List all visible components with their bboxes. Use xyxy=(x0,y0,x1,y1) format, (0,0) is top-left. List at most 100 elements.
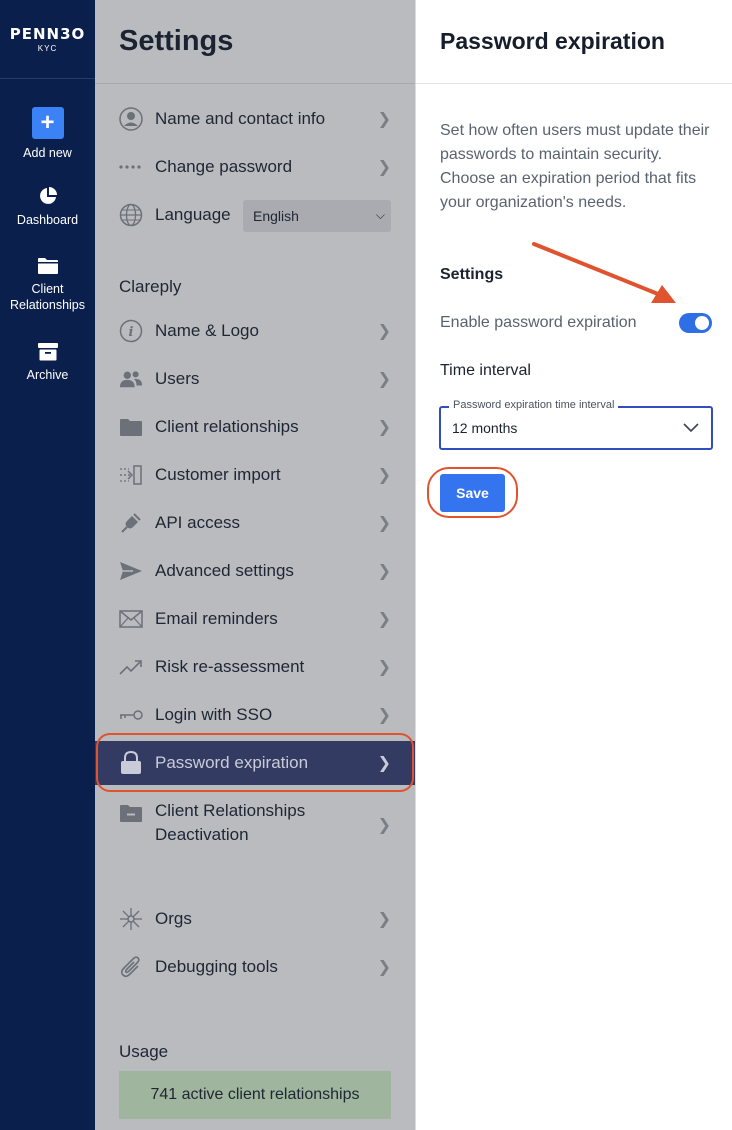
folder-icon xyxy=(119,415,143,439)
settings-item-label: Risk re-assessment xyxy=(155,657,305,676)
info-icon: i xyxy=(119,319,143,343)
chevron-down-icon: ⌵ xyxy=(375,208,385,222)
label-line-2: Deactivation xyxy=(155,825,249,844)
chevron-right-icon: ❯ xyxy=(377,563,391,580)
archive-icon xyxy=(37,343,58,361)
chevron-right-icon: ❯ xyxy=(377,111,391,128)
mail-icon xyxy=(119,607,143,631)
brand-name: PENN3O xyxy=(9,25,86,43)
chevron-right-icon: ❯ xyxy=(377,959,391,976)
plug-icon xyxy=(119,511,143,535)
time-interval-select[interactable]: Password expiration time interval 12 mon… xyxy=(439,399,713,450)
settings-item-label: Client Relationships Deactivation xyxy=(155,799,305,847)
nav-dashboard[interactable]: Dashboard xyxy=(0,186,95,228)
chevron-right-icon: ❯ xyxy=(377,323,391,340)
settings-item-advanced[interactable]: Advanced settings ❯ xyxy=(95,549,415,593)
panel-description: Set how often users must update their pa… xyxy=(440,122,710,211)
nav-label: Add new xyxy=(23,146,72,160)
chevron-right-icon: ❯ xyxy=(377,611,391,628)
password-expiration-panel: Password expiration Set how often users … xyxy=(415,0,732,1130)
usage-badge: 741 active client relationships xyxy=(119,1071,391,1119)
page-title: Settings xyxy=(119,25,234,57)
section-title-org: Clareply xyxy=(119,277,182,296)
brand-logo[interactable]: PENN3O KYC xyxy=(0,0,95,79)
settings-item-name-contact[interactable]: Name and contact info ❯ xyxy=(95,97,415,141)
chevron-right-icon: ❯ xyxy=(377,419,391,436)
paperclip-icon xyxy=(119,955,143,979)
settings-item-label: Advanced settings xyxy=(155,561,294,580)
password-expiration-toggle[interactable] xyxy=(679,313,712,333)
settings-item-label: Language xyxy=(155,205,231,224)
plus-icon: + xyxy=(31,107,64,139)
settings-item-email-reminders[interactable]: Email reminders ❯ xyxy=(95,597,415,641)
toggle-knob xyxy=(695,316,709,330)
usage-text: 741 active client relationships xyxy=(150,1086,360,1103)
usage-title: Usage xyxy=(119,1042,169,1061)
settings-item-label: Customer import xyxy=(155,465,281,484)
settings-item-label: Name and contact info xyxy=(155,109,326,128)
language-value: English xyxy=(253,208,299,224)
chevron-right-icon: ❯ xyxy=(377,515,391,532)
settings-item-label: Debugging tools xyxy=(155,957,278,976)
nav-label: Archive xyxy=(26,368,69,382)
annotation-ring xyxy=(96,733,414,792)
field-label: Password expiration time interval xyxy=(449,399,619,411)
annotation-arrow-icon xyxy=(532,242,676,303)
settings-item-label: Name & Logo xyxy=(155,321,259,340)
settings-item-label: Client relationships xyxy=(155,417,299,436)
chevron-right-icon: ❯ xyxy=(377,659,391,676)
settings-item-label: Orgs xyxy=(155,909,192,928)
left-nav: PENN3O KYC + Add new Dashboard Client Re… xyxy=(0,0,95,1130)
nav-label: Client Relationships xyxy=(9,282,86,312)
settings-item-risk-reassessment[interactable]: Risk re-assessment ❯ xyxy=(95,645,415,689)
settings-item-users[interactable]: Users ❯ xyxy=(95,357,415,401)
nav-client-relationships[interactable]: Client Relationships xyxy=(0,257,95,313)
brand-sub: KYC xyxy=(37,44,58,53)
chevron-right-icon: ❯ xyxy=(377,159,391,176)
trend-icon xyxy=(119,655,143,679)
settings-heading: Settings xyxy=(440,266,504,283)
users-icon xyxy=(119,367,143,391)
settings-item-label: API access xyxy=(155,513,241,532)
time-interval-heading: Time interval xyxy=(440,362,531,379)
svg-text:i: i xyxy=(129,325,134,340)
settings-item-login-sso[interactable]: Login with SSO ❯ xyxy=(95,693,415,737)
chevron-right-icon: ❯ xyxy=(377,467,391,484)
folder-icon xyxy=(37,257,59,275)
settings-item-deactivation[interactable]: Client Relationships Deactivation ❯ xyxy=(95,799,415,851)
pie-chart-icon xyxy=(38,186,58,206)
nav-archive[interactable]: Archive xyxy=(0,343,95,383)
import-icon xyxy=(119,463,143,487)
settings-item-customer-import[interactable]: Customer import ❯ xyxy=(95,453,415,497)
language-select[interactable]: English ⌵ xyxy=(243,200,391,232)
chevron-right-icon: ❯ xyxy=(377,371,391,388)
nav-add-new[interactable]: + Add new xyxy=(0,107,95,161)
panel-title: Password expiration xyxy=(440,28,665,54)
chevron-right-icon: ❯ xyxy=(377,911,391,928)
field-value: 12 months xyxy=(452,420,518,436)
nav-label: Dashboard xyxy=(16,213,79,227)
settings-panel: Settings Name and contact info ❯ Change … xyxy=(95,0,415,1130)
chevron-right-icon: ❯ xyxy=(377,817,391,834)
settings-item-orgs[interactable]: Orgs ❯ xyxy=(95,897,415,941)
settings-item-label: Email reminders xyxy=(155,609,278,628)
settings-item-name-logo[interactable]: i Name & Logo ❯ xyxy=(95,309,415,353)
annotation-ring xyxy=(427,467,518,518)
network-icon xyxy=(119,907,143,931)
settings-item-api-access[interactable]: API access ❯ xyxy=(95,501,415,545)
chevron-right-icon: ❯ xyxy=(377,707,391,724)
globe-icon xyxy=(119,203,143,227)
settings-header: Settings xyxy=(95,0,415,84)
panel-header: Password expiration xyxy=(416,0,732,84)
user-circle-icon xyxy=(119,107,143,131)
chevron-down-icon xyxy=(683,420,699,438)
settings-item-label: Login with SSO xyxy=(155,705,273,724)
send-icon xyxy=(119,559,143,583)
toggle-label: Enable password expiration xyxy=(440,314,637,331)
folder-minus-icon xyxy=(119,801,143,825)
settings-item-label: Change password xyxy=(155,157,293,176)
dots-icon xyxy=(119,155,143,179)
settings-item-client-relationships[interactable]: Client relationships ❯ xyxy=(95,405,415,449)
settings-item-change-password[interactable]: Change password ❯ xyxy=(95,145,415,189)
settings-item-debugging[interactable]: Debugging tools ❯ xyxy=(95,945,415,989)
